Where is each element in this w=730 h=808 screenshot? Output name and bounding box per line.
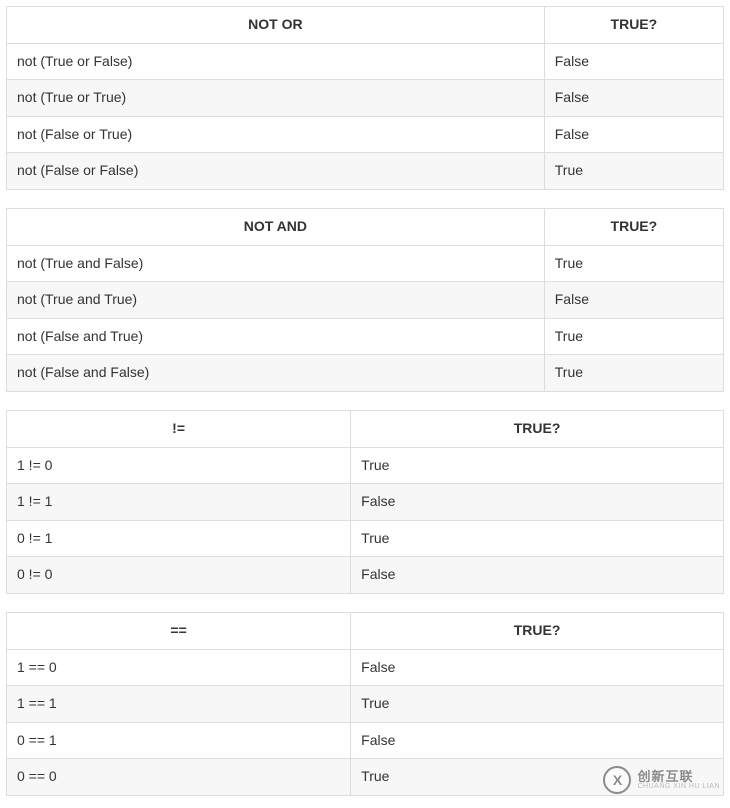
table-row: not (True and True)False	[7, 282, 724, 319]
table-eq: == TRUE? 1 == 0False 1 == 1True 0 == 1Fa…	[6, 612, 724, 796]
cell-expr: not (True and True)	[7, 282, 545, 319]
cell-expr: not (True and False)	[7, 245, 545, 282]
table-header-row: == TRUE?	[7, 612, 724, 649]
col-header-result: TRUE?	[544, 7, 723, 44]
cell-result: False	[351, 649, 724, 686]
cell-result: True	[351, 520, 724, 557]
table-header-row: NOT OR TRUE?	[7, 7, 724, 44]
table-row: 1 != 0True	[7, 447, 724, 484]
cell-result: True	[351, 686, 724, 723]
table-neq: != TRUE? 1 != 0True 1 != 1False 0 != 1Tr…	[6, 410, 724, 594]
table-row: not (True and False)True	[7, 245, 724, 282]
cell-result: False	[351, 484, 724, 521]
table-row: 0 != 1True	[7, 520, 724, 557]
cell-expr: 1 != 1	[7, 484, 351, 521]
table-row: not (False or False)True	[7, 153, 724, 190]
cell-expr: 1 != 0	[7, 447, 351, 484]
cell-expr: not (True or False)	[7, 43, 545, 80]
cell-expr: 0 != 1	[7, 520, 351, 557]
cell-result: False	[351, 722, 724, 759]
table-row: 1 != 1False	[7, 484, 724, 521]
col-header-expr: ==	[7, 612, 351, 649]
col-header-result: TRUE?	[544, 208, 723, 245]
col-header-result: TRUE?	[351, 410, 724, 447]
cell-result: True	[544, 153, 723, 190]
table-row: not (False or True)False	[7, 116, 724, 153]
table-row: 0 != 0False	[7, 557, 724, 594]
cell-result: False	[544, 282, 723, 319]
cell-result: True	[351, 447, 724, 484]
table-row: not (True or True)False	[7, 80, 724, 117]
table-not-and: NOT AND TRUE? not (True and False)True n…	[6, 208, 724, 392]
cell-result: False	[544, 43, 723, 80]
cell-expr: not (False and False)	[7, 355, 545, 392]
table-row: 1 == 0False	[7, 649, 724, 686]
cell-expr: 0 == 0	[7, 759, 351, 796]
cell-expr: 0 == 1	[7, 722, 351, 759]
cell-result: True	[351, 759, 724, 796]
col-header-expr: !=	[7, 410, 351, 447]
table-row: not (False and False)True	[7, 355, 724, 392]
cell-result: True	[544, 245, 723, 282]
table-row: not (True or False)False	[7, 43, 724, 80]
cell-result: False	[351, 557, 724, 594]
cell-result: False	[544, 116, 723, 153]
col-header-expr: NOT AND	[7, 208, 545, 245]
col-header-result: TRUE?	[351, 612, 724, 649]
cell-expr: 1 == 1	[7, 686, 351, 723]
table-not-or: NOT OR TRUE? not (True or False)False no…	[6, 6, 724, 190]
cell-result: True	[544, 355, 723, 392]
table-row: not (False and True)True	[7, 318, 724, 355]
table-row: 0 == 0True	[7, 759, 724, 796]
col-header-expr: NOT OR	[7, 7, 545, 44]
cell-expr: not (False or False)	[7, 153, 545, 190]
table-header-row: NOT AND TRUE?	[7, 208, 724, 245]
cell-expr: not (False and True)	[7, 318, 545, 355]
table-row: 0 == 1False	[7, 722, 724, 759]
cell-result: False	[544, 80, 723, 117]
cell-expr: not (True or True)	[7, 80, 545, 117]
cell-result: True	[544, 318, 723, 355]
cell-expr: 0 != 0	[7, 557, 351, 594]
cell-expr: not (False or True)	[7, 116, 545, 153]
cell-expr: 1 == 0	[7, 649, 351, 686]
table-row: 1 == 1True	[7, 686, 724, 723]
table-header-row: != TRUE?	[7, 410, 724, 447]
